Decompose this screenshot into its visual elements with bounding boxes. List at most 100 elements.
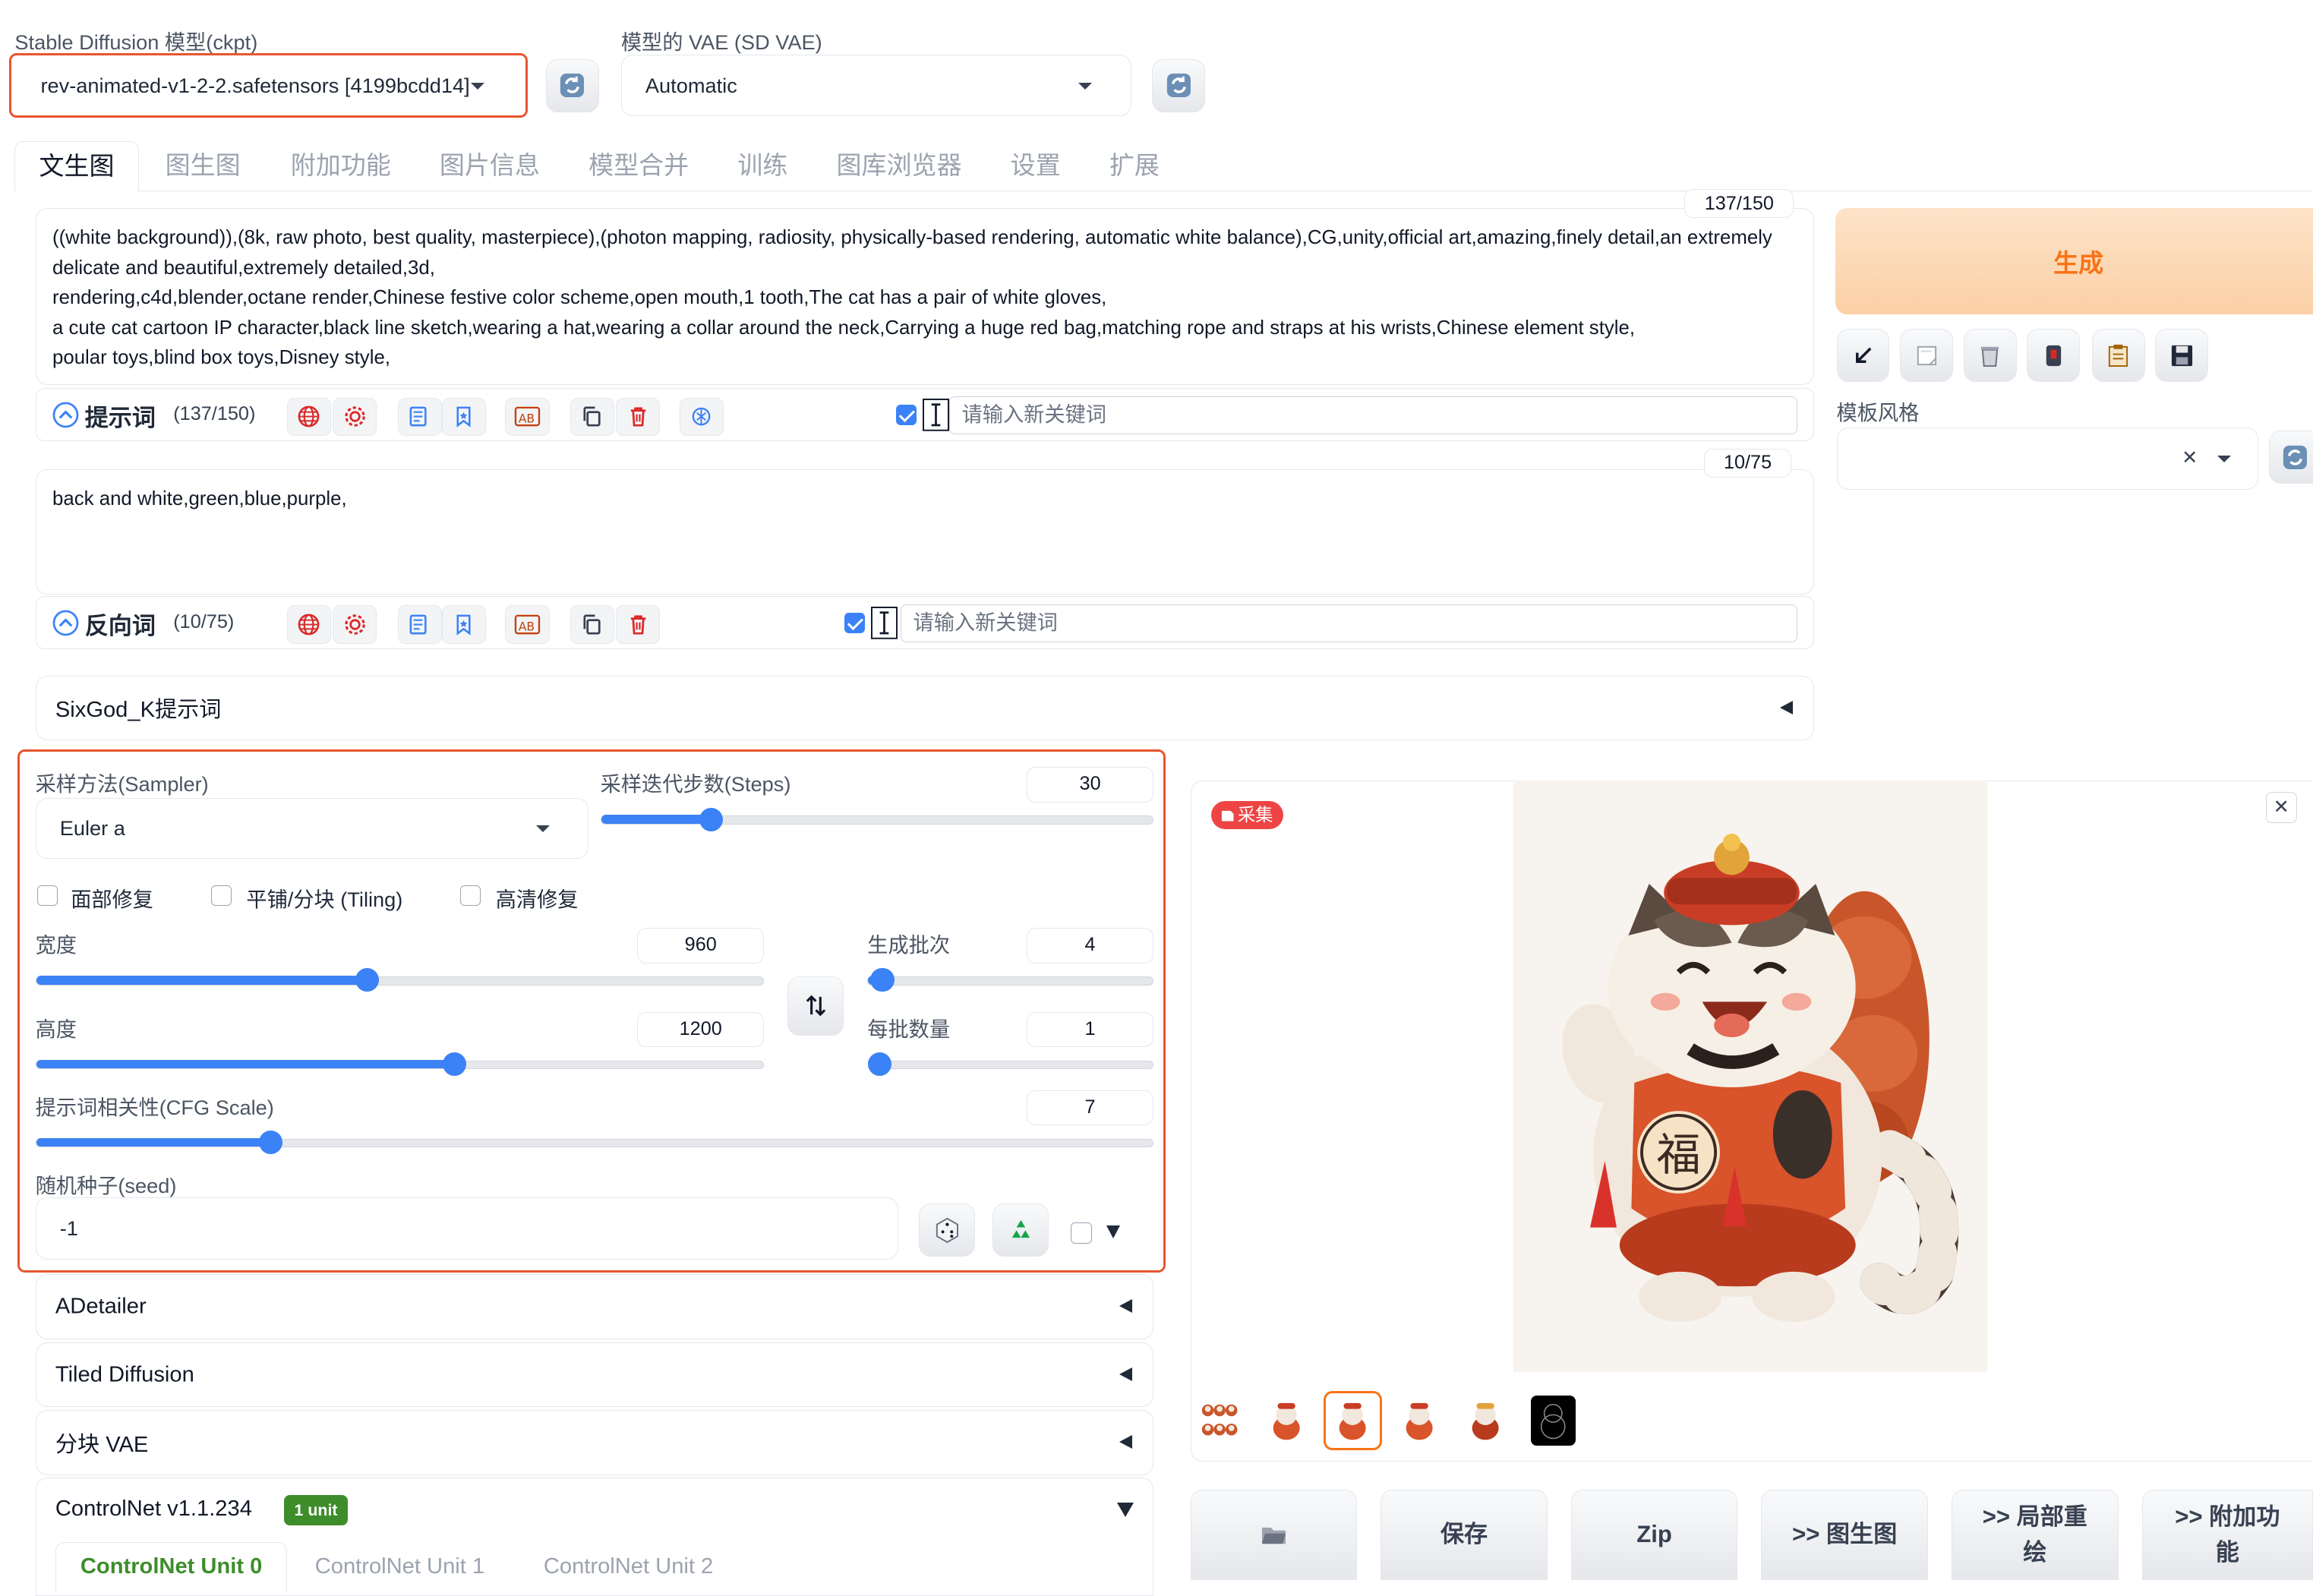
negative-keyword-checkbox[interactable] <box>844 613 866 634</box>
adetailer-accordion[interactable]: ADetailer <box>35 1274 1154 1339</box>
history-button[interactable] <box>397 397 442 437</box>
slider-thumb[interactable] <box>442 1052 466 1077</box>
extra-seed-checkbox[interactable] <box>1071 1222 1092 1244</box>
negative-prompt-textarea[interactable]: back and white,green,blue,purple, <box>35 468 1815 595</box>
save-style-button[interactable] <box>2155 329 2209 383</box>
width-input[interactable]: 960 <box>637 927 765 964</box>
read-params-button[interactable] <box>1836 329 1890 383</box>
save-button[interactable]: 保存 <box>1381 1490 1548 1580</box>
cfg-slider[interactable] <box>35 1131 1154 1155</box>
gallery-thumbnail[interactable] <box>1261 1396 1311 1446</box>
gallery-thumbnail[interactable] <box>1460 1396 1510 1446</box>
send-to-img2img-button[interactable]: >> 图生图 <box>1761 1490 1928 1580</box>
clipboard-button[interactable] <box>2091 329 2145 383</box>
tab-gallery[interactable]: 图库浏览器 <box>836 141 961 190</box>
controlnet-accordion[interactable]: ControlNet v1.1.234 1 unit ControlNet Un… <box>35 1478 1154 1596</box>
prompt-textarea[interactable]: ((white background)),(8k, raw photo, bes… <box>35 207 1815 386</box>
collapse-up-icon[interactable] <box>52 610 79 636</box>
prompt-keyword-input[interactable]: 请输入新关键词 <box>949 396 1798 435</box>
slider-thumb[interactable] <box>870 968 895 992</box>
cat-thumbnail-icon <box>1273 1402 1300 1440</box>
generate-button[interactable]: 生成 <box>1835 207 2313 314</box>
height-slider[interactable] <box>35 1052 765 1077</box>
settings-button[interactable] <box>333 605 377 644</box>
close-preview-button[interactable]: ✕ <box>2265 792 2297 824</box>
translate-button[interactable] <box>286 397 332 437</box>
sampler-select[interactable]: Euler a <box>35 797 589 859</box>
tab-extensions[interactable]: 扩展 <box>1109 141 1160 190</box>
steps-input[interactable]: 30 <box>1027 767 1154 803</box>
tab-png-info[interactable]: 图片信息 <box>440 141 540 190</box>
height-input[interactable]: 1200 <box>637 1011 765 1048</box>
tiled-vae-title: 分块 VAE <box>55 1432 149 1457</box>
paste-button[interactable] <box>1900 329 1953 383</box>
negative-keyword-input[interactable]: 请输入新关键词 <box>900 604 1798 642</box>
favorite-button[interactable] <box>441 397 487 437</box>
tab-merge[interactable]: 模型合并 <box>589 141 689 190</box>
gallery-thumbnail-selected[interactable] <box>1323 1390 1383 1450</box>
send-to-inpaint-button[interactable]: >> 局部重绘 <box>1952 1490 2119 1580</box>
collapse-up-icon[interactable] <box>52 402 79 428</box>
refresh-style-button[interactable] <box>2268 431 2313 484</box>
slider-thumb[interactable] <box>699 807 724 831</box>
prompt-keyword-checkbox[interactable] <box>896 405 917 426</box>
tab-controlnet-unit-2[interactable]: ControlNet Unit 2 <box>544 1554 713 1579</box>
refresh-model-button[interactable] <box>545 58 599 112</box>
collect-badge[interactable]: 采集 <box>1210 800 1283 829</box>
reuse-seed-button[interactable] <box>992 1203 1049 1257</box>
steps-slider[interactable] <box>600 807 1154 831</box>
open-folder-button[interactable] <box>1190 1490 1358 1580</box>
clear-button[interactable] <box>616 605 661 644</box>
copy-button[interactable] <box>570 397 615 437</box>
seed-label: 随机种子(seed) <box>35 1173 177 1197</box>
expand-down-icon[interactable] <box>1106 1225 1120 1238</box>
swap-text-button[interactable]: AB <box>505 605 550 644</box>
tab-txt2img[interactable]: 文生图 <box>14 141 139 192</box>
sixgod-accordion[interactable]: SixGod_K提示词 <box>35 675 1815 741</box>
slider-thumb[interactable] <box>258 1131 282 1155</box>
settings-button[interactable] <box>333 397 377 437</box>
batch-count-slider[interactable] <box>867 968 1154 992</box>
swap-dimensions-button[interactable] <box>787 976 844 1036</box>
face-restore-checkbox[interactable] <box>36 885 58 906</box>
cfg-input[interactable]: 7 <box>1027 1090 1154 1126</box>
gallery-thumbnail[interactable] <box>1195 1396 1245 1446</box>
favorite-button[interactable] <box>441 605 487 644</box>
hires-fix-checkbox[interactable] <box>460 885 481 906</box>
batch-count-input[interactable]: 4 <box>1027 927 1154 964</box>
tab-train[interactable]: 训练 <box>737 141 787 190</box>
random-seed-button[interactable] <box>919 1203 976 1257</box>
tiling-checkbox[interactable] <box>210 885 232 906</box>
template-style-select[interactable]: ✕ <box>1836 427 2259 490</box>
history-button[interactable] <box>397 605 442 644</box>
clear-button[interactable] <box>616 397 661 437</box>
vae-select[interactable]: Automatic <box>620 54 1131 117</box>
trash-button[interactable] <box>1963 329 2017 383</box>
tiled-diffusion-accordion[interactable]: Tiled Diffusion <box>35 1342 1154 1408</box>
batch-size-input[interactable]: 1 <box>1027 1011 1154 1048</box>
tab-controlnet-unit-0[interactable]: ControlNet Unit 0 <box>80 1554 262 1579</box>
sampler-label: 采样方法(Sampler) <box>35 772 209 796</box>
tab-img2img[interactable]: 图生图 <box>166 141 241 190</box>
translate-button[interactable] <box>286 605 332 644</box>
model-select[interactable]: rev-animated-v1-2-2.safetensors [4199bcd… <box>8 52 529 118</box>
send-to-extras-button[interactable]: >> 附加功能 <box>2141 1490 2313 1580</box>
gallery-thumbnail[interactable] <box>1531 1395 1576 1446</box>
swap-text-button[interactable]: AB <box>505 397 550 437</box>
batch-size-slider[interactable] <box>868 1052 1154 1077</box>
tiled-vae-accordion[interactable]: 分块 VAE <box>35 1410 1154 1475</box>
style-button[interactable] <box>2027 329 2081 383</box>
cfg-label: 提示词相关性(CFG Scale) <box>35 1095 274 1119</box>
width-slider[interactable] <box>35 968 765 992</box>
refresh-vae-button[interactable] <box>1152 58 1206 112</box>
copy-button[interactable] <box>570 605 615 644</box>
seed-input[interactable]: -1 <box>35 1197 899 1260</box>
zip-button[interactable]: Zip <box>1570 1490 1738 1580</box>
clear-x-icon[interactable]: ✕ <box>2178 446 2201 470</box>
gallery-thumbnail[interactable] <box>1394 1396 1444 1446</box>
tab-settings[interactable]: 设置 <box>1011 141 1061 190</box>
tab-extras[interactable]: 附加功能 <box>291 141 391 190</box>
tab-controlnet-unit-1[interactable]: ControlNet Unit 1 <box>315 1554 484 1579</box>
generated-image[interactable]: 福 <box>1513 780 1987 1372</box>
ai-button[interactable] <box>679 397 724 437</box>
